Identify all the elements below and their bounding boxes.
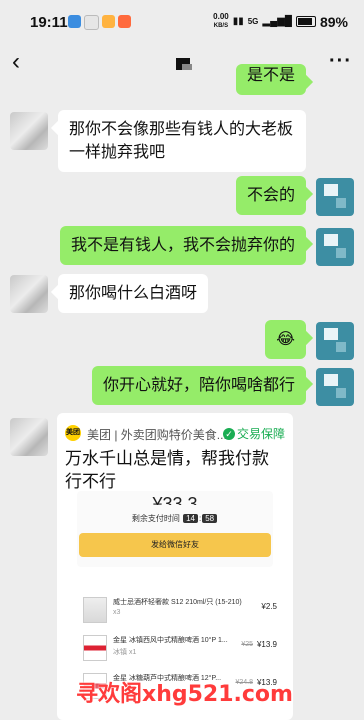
item-name: 金星 冰镇西风中式精酿啤酒 10°P 1...	[113, 637, 228, 644]
status-time: 19:11	[30, 14, 68, 31]
watermark: 寻欢阁xhg521.com	[76, 682, 293, 707]
item-sub: 冰镇 x1	[113, 649, 137, 656]
chevron-left-icon: ‹	[12, 48, 20, 75]
message-text: 不会的	[246, 187, 295, 204]
status-app-icons	[68, 15, 131, 30]
message-text: 你开心就好，陪你喝啥都行	[102, 377, 295, 394]
message-bubble-received[interactable]: 那你不会像那些有钱人的大老板一样抛弃我吧	[58, 110, 306, 172]
ellipsis-icon: ···	[329, 50, 352, 72]
app-notification-icon	[118, 15, 131, 28]
avatar-self[interactable]	[316, 322, 354, 360]
message-bubble-sent[interactable]: 是不是	[235, 64, 306, 95]
avatar-contact[interactable]	[10, 112, 48, 150]
item-amount: ¥13.9	[256, 640, 277, 649]
send-to-wechat-friend-button[interactable]: 发给微信好友	[79, 533, 271, 557]
chat-title-redacted	[176, 58, 192, 70]
card-source: 美团 | 外卖团购特价美食...	[87, 428, 227, 442]
wifi-icon: ▮▮	[232, 16, 244, 27]
message-text: 是不是	[246, 67, 295, 84]
app-notification-icon	[84, 15, 99, 30]
order-item: 威士忌酒杯轻奢款 S12 210ml/只 (15-210) x3 ¥2.5	[77, 593, 277, 633]
battery-icon	[295, 16, 316, 27]
message-text: 那你喝什么白酒呀	[69, 285, 198, 302]
status-bar: 19:11 0.00 KB/S ▮▮ 5G ▂▄▆█ 89%	[0, 0, 364, 44]
countdown-minutes: 14	[183, 514, 198, 523]
shared-payment-card[interactable]: 美团 美团 | 外卖团购特价美食... ✓ 交易保障 万水千山总是情，帮我付款行…	[57, 413, 293, 720]
message-text: 那你不会像那些有钱人的大老板一样抛弃我吧	[69, 121, 294, 161]
product-image	[83, 597, 107, 623]
message-bubble-sent[interactable]: 不会的	[235, 176, 306, 215]
avatar-self[interactable]	[316, 368, 354, 406]
avatar-self[interactable]	[316, 228, 354, 266]
back-button[interactable]: ‹	[12, 50, 38, 76]
shield-check-icon: ✓	[222, 427, 235, 440]
message-bubble-sent[interactable]: 我不是有钱人，我不会抛弃你的	[59, 226, 306, 265]
item-original-price: ¥25	[241, 641, 253, 648]
status-right: 0.00 KB/S ▮▮ 5G ▂▄▆█ 89%	[213, 13, 348, 30]
meituan-logo-icon: 美团	[65, 425, 81, 441]
guarantee-label: 交易保障	[236, 427, 285, 441]
order-price: ¥33.3	[152, 494, 198, 505]
payment-panel: ¥33.3 剩余支付时间 14:58 发给微信好友	[77, 491, 273, 567]
message-bubble-sent[interactable]: 😂	[265, 320, 306, 359]
app-notification-icon	[68, 15, 81, 28]
message-text: 我不是有钱人，我不会抛弃你的	[70, 237, 295, 254]
battery-percent: 89%	[319, 13, 348, 30]
countdown-label: 剩余支付时间	[131, 514, 180, 523]
network-type: 5G	[247, 17, 259, 26]
signal-icon: ▂▄▆█	[262, 16, 292, 27]
net-speed-unit: KB/S	[213, 23, 229, 29]
message-bubble-sent[interactable]: 你开心就好，陪你喝啥都行	[91, 366, 306, 405]
countdown: 剩余支付时间 14:58	[77, 513, 273, 524]
card-title: 万水千山总是情，帮我付款行不行	[65, 449, 269, 491]
countdown-seconds: 58	[202, 514, 218, 523]
net-speed-value: 0.00	[213, 12, 229, 21]
avatar-self[interactable]	[316, 178, 354, 216]
app-notification-icon	[102, 15, 115, 28]
order-item: 金星 冰镇西风中式精酿啤酒 10°P 1... 冰镇 x1 ¥25 ¥13.9	[77, 631, 277, 671]
laughing-emoji-icon: 😂	[276, 331, 295, 348]
net-speed: 0.00 KB/S	[213, 13, 229, 30]
product-image	[83, 635, 107, 661]
item-sub: x3	[113, 609, 121, 616]
item-name: 威士忌酒杯轻奢款 S12 210ml/只 (15-210)	[113, 599, 242, 606]
card-header: 美团 美团 | 外卖团购特价美食... ✓ 交易保障	[65, 425, 285, 442]
avatar-contact[interactable]	[10, 275, 48, 313]
item-amount: ¥2.5	[261, 602, 277, 611]
guarantee-badge: ✓ 交易保障	[222, 425, 285, 442]
message-bubble-received[interactable]: 那你喝什么白酒呀	[58, 274, 209, 313]
avatar-contact[interactable]	[10, 418, 48, 456]
more-button[interactable]: ···	[329, 50, 352, 73]
